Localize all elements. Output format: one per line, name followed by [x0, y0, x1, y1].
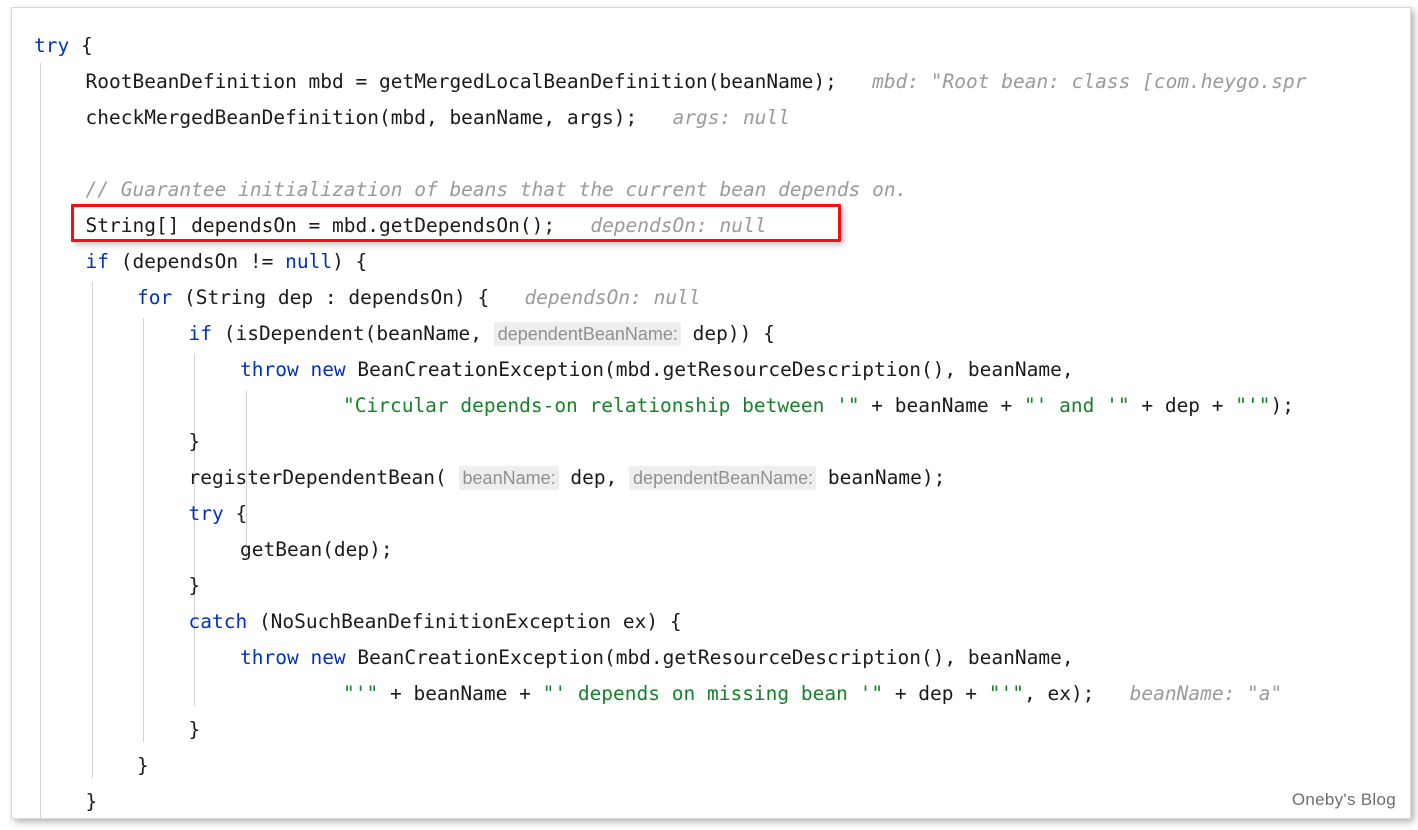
highlight-annotation-box — [71, 204, 841, 242]
code-token: + beanName + — [859, 394, 1024, 417]
indent-guide — [40, 63, 41, 818]
code-token: (isDependent(beanName, — [211, 322, 494, 345]
code-line[interactable]: } — [85, 784, 98, 818]
code-area[interactable]: try { RootBeanDefinition mbd = getMergedL… — [12, 8, 1410, 818]
keyword-token: if — [188, 322, 212, 345]
code-token: (String dep : dependsOn) { — [172, 286, 490, 309]
parameter-name-hint: dependentBeanName: — [629, 466, 817, 490]
code-token: BeanCreationException(mbd.getResourceDes… — [345, 646, 1074, 669]
string-literal: "Circular depends-on relationship betwee… — [343, 394, 860, 417]
code-token: { — [69, 34, 93, 57]
inline-value-hint: dependsOn: null — [489, 286, 701, 309]
code-token: } — [137, 754, 149, 777]
keyword-token: if — [85, 250, 109, 273]
code-line[interactable]: } — [137, 748, 149, 784]
indent-guide — [92, 282, 93, 778]
code-token: + dep + — [1129, 394, 1236, 417]
watermark-label: Oneby's Blog — [1291, 790, 1396, 809]
code-line[interactable]: } — [189, 424, 201, 460]
code-comment: // Guarantee initialization of beans tha… — [85, 178, 908, 201]
code-line[interactable]: RootBeanDefinition mbd = getMergedLocalB… — [86, 64, 1307, 100]
code-token: BeanCreationException(mbd.getResourceDes… — [345, 358, 1074, 381]
code-line[interactable]: getBean(dep); — [240, 532, 393, 568]
code-token: (NoSuchBeanDefinitionException ex) { — [247, 610, 682, 633]
keyword-token: try — [34, 34, 70, 57]
code-line[interactable]: "Circular depends-on relationship betwee… — [343, 388, 1294, 424]
string-literal: "'" — [1235, 394, 1271, 417]
code-line[interactable]: "'" + beanName + "' depends on missing b… — [343, 676, 1282, 712]
string-literal: "'" — [988, 682, 1024, 705]
indent-guide — [143, 318, 144, 742]
code-line[interactable]: catch (NoSuchBeanDefinitionException ex)… — [189, 604, 682, 640]
code-token: RootBeanDefinition mbd = getMergedLocalB… — [85, 70, 837, 93]
keyword-token: new — [310, 358, 346, 381]
code-token: ); — [1270, 394, 1294, 417]
code-token: + beanName + — [378, 682, 543, 705]
code-token: } — [85, 790, 98, 813]
keyword-token: new — [310, 646, 346, 669]
keyword-token: throw — [240, 646, 299, 669]
code-token: } — [188, 718, 201, 741]
string-literal: "' and '" — [1023, 394, 1130, 417]
code-line[interactable]: for (String dep : dependsOn) { dependsOn… — [137, 280, 701, 316]
code-line[interactable]: } — [189, 568, 201, 604]
code-line[interactable]: try { — [189, 496, 248, 532]
code-token: ) { — [332, 250, 368, 273]
code-token: { — [223, 502, 248, 525]
code-line[interactable]: // Guarantee initialization of beans tha… — [86, 172, 908, 208]
code-line[interactable]: } — [189, 712, 201, 748]
code-editor-panel: try { RootBeanDefinition mbd = getMergedL… — [11, 7, 1411, 819]
code-token: } — [188, 430, 201, 453]
code-line[interactable]: try { — [34, 28, 93, 64]
code-token: (dependsOn != — [108, 250, 286, 273]
code-token: , ex); — [1023, 682, 1095, 705]
code-line[interactable]: registerDependentBean( beanName: dep, de… — [188, 460, 946, 496]
keyword-token: try — [188, 502, 224, 525]
parameter-name-hint: beanName: — [458, 466, 559, 490]
code-line[interactable]: throw new BeanCreationException(mbd.getR… — [240, 640, 1074, 676]
string-literal: "' depends on missing bean '" — [542, 682, 884, 705]
code-line[interactable]: if (dependsOn != null) { — [86, 244, 368, 280]
keyword-token: for — [137, 286, 173, 309]
inline-value-hint: args: null — [637, 106, 790, 129]
inline-value-hint: beanName: "a" — [1094, 682, 1283, 705]
code-token: getBean(dep); — [240, 538, 393, 561]
code-line[interactable]: if (isDependent(beanName, dependentBeanN… — [189, 316, 775, 352]
code-token: + dep + — [883, 682, 989, 705]
keyword-token: throw — [240, 358, 299, 381]
code-token: dep, — [558, 466, 630, 489]
parameter-name-hint: dependentBeanName: — [493, 322, 681, 346]
code-token: } — [188, 574, 201, 597]
keyword-token: catch — [188, 610, 248, 633]
string-literal: "'" — [343, 682, 379, 705]
keyword-token: null — [285, 250, 333, 273]
code-token: dep)) { — [680, 322, 775, 345]
code-line[interactable]: checkMergedBeanDefinition(mbd, beanName,… — [86, 100, 790, 136]
code-token: registerDependentBean( — [188, 466, 459, 489]
screenshot-root: try { RootBeanDefinition mbd = getMergedL… — [0, 0, 1418, 830]
code-line[interactable]: throw new BeanCreationException(mbd.getR… — [240, 352, 1074, 388]
code-token: beanName); — [816, 466, 946, 489]
code-token: checkMergedBeanDefinition(mbd, beanName,… — [85, 106, 638, 129]
inline-value-hint: mbd: "Root bean: class [com.heygo.spr — [836, 70, 1307, 93]
